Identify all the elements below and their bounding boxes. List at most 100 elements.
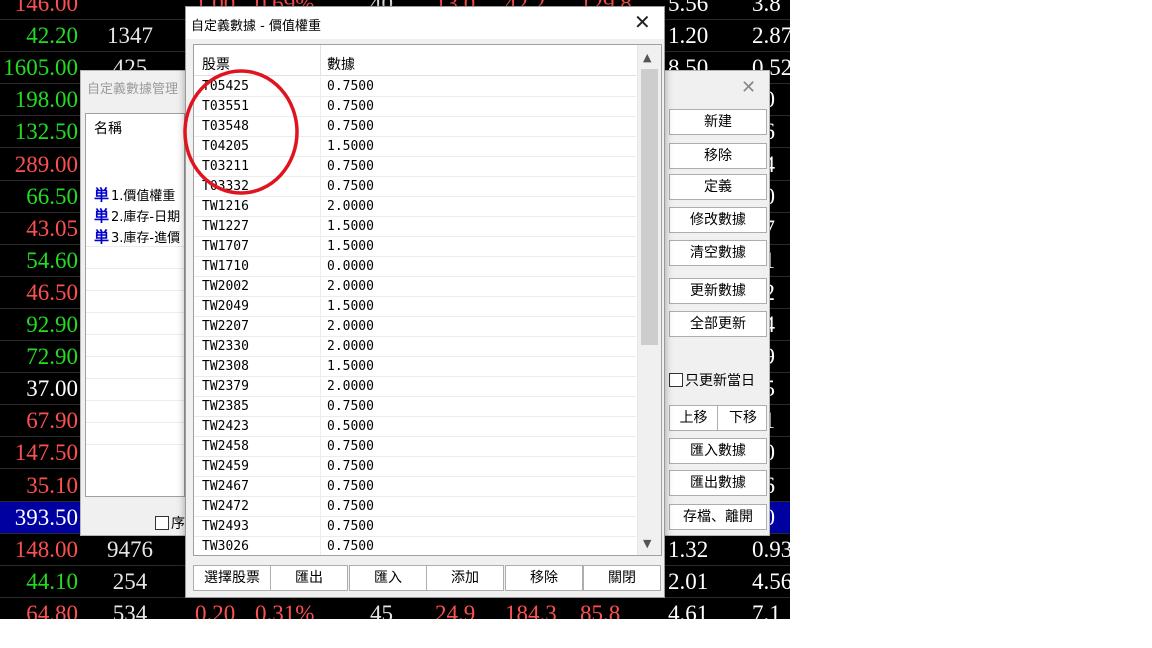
save-exit-button[interactable]: 存檔、離開	[669, 504, 767, 530]
edit-data-button[interactable]: 修改數據	[669, 207, 767, 233]
move-button-group: 上移 下移	[669, 405, 767, 431]
quote-cell: 132.50	[14, 119, 78, 145]
list-divider	[86, 312, 184, 313]
table-row[interactable]: TW2049 1.5000	[194, 297, 636, 317]
update-data-button[interactable]: 更新數據	[669, 278, 767, 304]
quote-cell-partial: 24.9	[435, 601, 476, 619]
export-data-button[interactable]: 匯出數據	[669, 470, 767, 496]
quote-cell: 393.50	[14, 504, 78, 530]
select-stock-button[interactable]: 選擇股票	[193, 565, 271, 591]
import-data-button[interactable]: 匯入數據	[669, 438, 767, 464]
column-divider	[320, 77, 321, 97]
stock-code-cell: TW2002	[202, 279, 249, 294]
remove-button[interactable]: 移除	[669, 143, 767, 169]
checkbox-icon	[669, 373, 683, 387]
list-divider	[86, 422, 184, 423]
column-divider	[320, 97, 321, 117]
quote-cell: 9476	[107, 536, 153, 562]
define-button[interactable]: 定義	[669, 174, 767, 200]
manager-list-header: 名稱	[94, 121, 122, 137]
close-icon[interactable]: ✕	[741, 77, 756, 98]
quote-row[interactable]: 64.80 534 4.61 7.1	[0, 598, 790, 619]
move-up-button[interactable]: 上移	[670, 406, 718, 430]
table-row[interactable]: TW2385 0.7500	[194, 397, 636, 417]
column-header-value[interactable]: 數據	[327, 54, 355, 74]
stock-code-cell: TW1707	[202, 239, 249, 254]
chevron-down-icon[interactable]: ▼	[643, 537, 651, 550]
manager-title: 自定義數據管理	[87, 82, 179, 97]
table-row[interactable]: TW2330 2.0000	[194, 337, 636, 357]
only-today-checkbox[interactable]: 只更新當日	[669, 370, 755, 390]
move-down-button[interactable]: 下移	[719, 406, 767, 430]
stock-code-cell: TW2379	[202, 379, 249, 394]
table-row[interactable]: TW2458 0.7500	[194, 437, 636, 457]
value-cell: 2.0000	[327, 319, 374, 334]
table-row[interactable]: TW1227 1.5000	[194, 217, 636, 237]
stock-code-cell: TW2467	[202, 479, 249, 494]
import-button[interactable]: 匯入	[349, 565, 427, 591]
quote-cell: 2.01	[668, 568, 709, 594]
column-divider	[320, 277, 321, 297]
table-row[interactable]: TW2423 0.5000	[194, 417, 636, 437]
table-row[interactable]: TW1710 0.0000	[194, 257, 636, 277]
stock-code-cell: TW1216	[202, 199, 249, 214]
sheet-icon: 単	[94, 186, 110, 204]
export-button[interactable]: 匯出	[270, 565, 348, 591]
list-item[interactable]: 単 3.庫存-進價	[94, 226, 180, 247]
table-row[interactable]: TW1707 1.5000	[194, 237, 636, 257]
table-row[interactable]: TW2308 1.5000	[194, 357, 636, 377]
list-item[interactable]: 単 2.庫存-日期	[94, 205, 180, 226]
vertical-scrollbar[interactable]: ▲ ▼	[637, 45, 661, 555]
quote-cell: 54.60	[26, 247, 78, 273]
quote-cell: 64.80	[26, 600, 78, 619]
add-button[interactable]: 添加	[426, 565, 504, 591]
stock-code-cell: TW3026	[202, 539, 249, 554]
new-button[interactable]: 新建	[669, 109, 767, 135]
chevron-up-icon[interactable]: ▲	[643, 51, 651, 64]
column-divider	[320, 477, 321, 497]
table-row[interactable]: TW2207 2.0000	[194, 317, 636, 337]
table-row[interactable]: TW1216 2.0000	[194, 197, 636, 217]
table-row[interactable]: TW2472 0.7500	[194, 497, 636, 517]
quote-cell: 43.05	[26, 215, 78, 241]
quote-cell: 66.50	[26, 183, 78, 209]
quote-cell: 146.00	[14, 0, 78, 16]
update-all-button[interactable]: 全部更新	[669, 311, 767, 337]
close-icon[interactable]: ✕	[634, 10, 651, 34]
sort-checkbox[interactable]: 序	[155, 513, 185, 533]
quote-cell: 92.90	[26, 312, 78, 337]
clear-data-button[interactable]: 清空數據	[669, 240, 767, 266]
list-divider	[86, 268, 184, 269]
stock-code-cell: TW2493	[202, 519, 249, 534]
table-row[interactable]: TW2459 0.7500	[194, 457, 636, 477]
table-row[interactable]: TW3026 0.7500	[194, 537, 636, 555]
list-item[interactable]: 単 1.價值權重	[94, 184, 175, 205]
value-cell: 1.5000	[327, 359, 374, 374]
value-cell: 0.7500	[327, 399, 374, 414]
manager-list[interactable]: 名稱 単 1.價值權重 単 2.庫存-日期 単 3.庫存-進價	[85, 113, 185, 497]
close-button[interactable]: 關閉	[583, 565, 661, 591]
list-divider	[86, 400, 184, 401]
table-row[interactable]: TW2467 0.7500	[194, 477, 636, 497]
value-cell: 0.7500	[327, 119, 374, 134]
value-cell: 0.7500	[327, 519, 374, 534]
list-divider	[86, 290, 184, 291]
scrollbar-thumb[interactable]	[641, 69, 658, 345]
column-divider	[320, 317, 321, 337]
value-cell: 0.7500	[327, 499, 374, 514]
dialog-titlebar: 自定義數據 - 價值權重 ✕	[186, 7, 664, 39]
quote-cell: 0.93	[752, 536, 790, 562]
table-row[interactable]: TW2002 2.0000	[194, 277, 636, 297]
value-cell: 0.5000	[327, 419, 374, 434]
table-row[interactable]: TW2379 2.0000	[194, 377, 636, 397]
checkbox-icon	[155, 516, 169, 530]
remove-button[interactable]: 移除	[505, 565, 583, 591]
stock-code-cell: TW2049	[202, 299, 249, 314]
column-divider	[320, 137, 321, 157]
value-cell: 1.5000	[327, 239, 374, 254]
table-row[interactable]: TW2493 0.7500	[194, 517, 636, 537]
quote-cell: 4.56	[752, 568, 790, 594]
value-cell: 1.5000	[327, 299, 374, 314]
column-divider	[320, 297, 321, 317]
value-cell: 2.0000	[327, 279, 374, 294]
